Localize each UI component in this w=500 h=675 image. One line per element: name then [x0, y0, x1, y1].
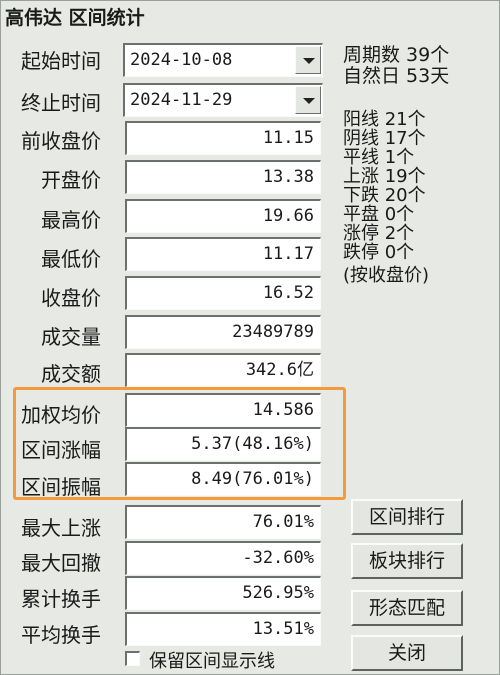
count-unchanged-days: 平盘 0个	[343, 204, 415, 225]
keep-interval-lines-checkbox[interactable]	[125, 651, 140, 666]
start-date-value: 2024-10-08	[130, 50, 233, 70]
stat-value-close: 16.52	[125, 276, 321, 310]
end-date-label: 终止时间	[21, 91, 101, 115]
stat-label-interval-gain: 区间涨幅	[21, 438, 101, 462]
stat-label-volume: 成交量	[41, 325, 101, 349]
end-date-value: 2024-11-29	[130, 90, 233, 110]
sector-rank-button[interactable]: 板块排行	[351, 543, 463, 579]
count-flat-lines: 平线 1个	[343, 147, 415, 168]
count-up-days: 上涨 19个	[343, 166, 426, 187]
stat-value-max-drawdown: -32.60%	[125, 541, 321, 575]
stat-label-open: 开盘价	[41, 168, 101, 192]
stat-label-interval-amplitude: 区间振幅	[21, 475, 101, 499]
chevron-down-icon[interactable]	[295, 86, 321, 114]
start-date-label: 起始时间	[21, 49, 101, 73]
dialog-title: 高伟达 区间统计	[1, 1, 499, 35]
stat-value-interval-gain: 5.37(48.16%)	[125, 427, 321, 461]
keep-interval-lines-label[interactable]: 保留区间显示线	[149, 647, 275, 673]
stat-label-cumulative-turnover: 累计换手	[21, 587, 101, 611]
stat-value-low: 11.17	[125, 237, 321, 271]
stat-value-average-turnover: 13.51%	[125, 612, 321, 646]
stat-value-high: 19.66	[125, 199, 321, 233]
count-limit-down: 跌停 0个	[343, 242, 415, 263]
pattern-match-button[interactable]: 形态匹配	[351, 590, 463, 626]
close-button[interactable]: 关闭	[351, 635, 463, 671]
count-yang-lines: 阳线 21个	[343, 109, 426, 130]
stat-value-open: 13.38	[125, 160, 321, 194]
stat-value-cumulative-turnover: 526.95%	[125, 576, 321, 610]
stat-label-close: 收盘价	[41, 286, 101, 310]
stat-label-average-turnover: 平均换手	[21, 623, 101, 647]
count-yin-lines: 阴线 17个	[343, 128, 426, 149]
count-basis-note: (按收盘价)	[343, 265, 430, 286]
stat-label-low: 最低价	[41, 247, 101, 271]
chevron-down-icon[interactable]	[295, 46, 321, 74]
period-count: 周期数 39个	[343, 44, 450, 66]
stat-label-weighted-avg: 加权均价	[21, 403, 101, 427]
count-down-days: 下跌 20个	[343, 185, 426, 206]
stat-value-turnover-amount: 342.6亿	[125, 353, 321, 387]
stat-value-weighted-avg: 14.586	[125, 393, 321, 427]
end-date-select[interactable]: 2024-11-29	[123, 83, 323, 117]
interval-rank-button[interactable]: 区间排行	[351, 499, 463, 535]
interval-stats-dialog: 高伟达 区间统计 起始时间 2024-10-08 终止时间 2024-11-29…	[0, 0, 500, 675]
count-limit-up: 涨停 2个	[343, 223, 415, 244]
stat-value-interval-amplitude: 8.49(76.01%)	[125, 462, 321, 496]
stat-value-volume: 23489789	[125, 315, 321, 349]
stat-label-prev-close: 前收盘价	[21, 129, 101, 153]
natural-days: 自然日 53天	[343, 65, 450, 87]
stat-label-max-rise: 最大上涨	[21, 516, 101, 540]
stat-value-max-rise: 76.01%	[125, 505, 321, 539]
start-date-select[interactable]: 2024-10-08	[123, 43, 323, 77]
stat-label-high: 最高价	[41, 208, 101, 232]
stat-label-turnover-amount: 成交额	[41, 362, 101, 386]
stat-label-max-drawdown: 最大回撤	[21, 551, 101, 575]
stat-value-prev-close: 11.15	[125, 121, 321, 155]
